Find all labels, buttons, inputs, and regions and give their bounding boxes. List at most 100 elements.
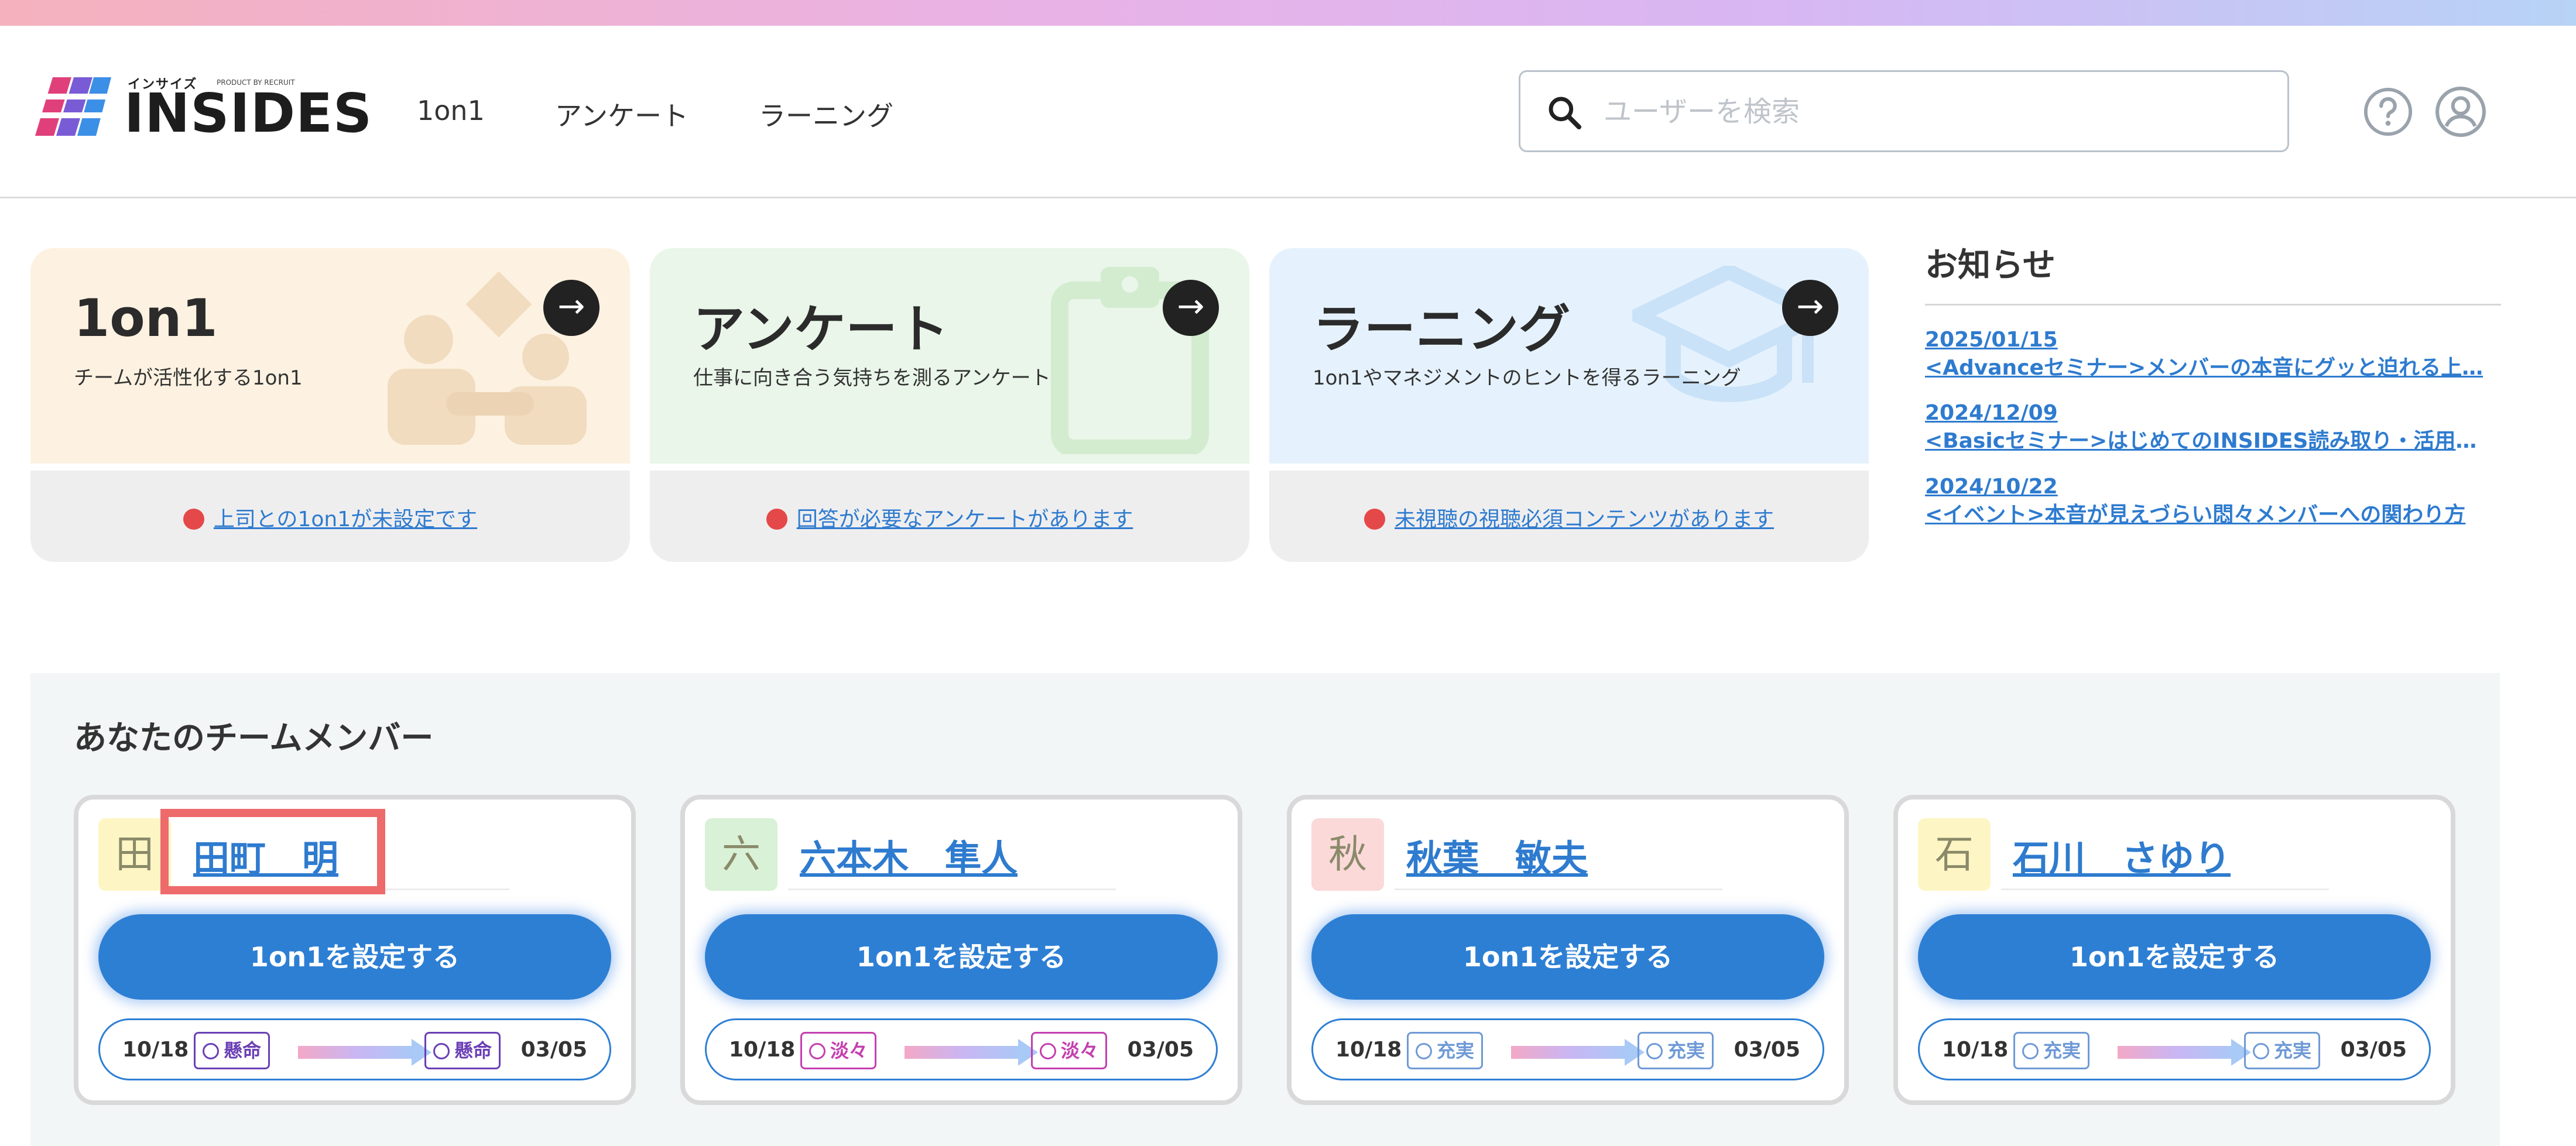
insides-logo[interactable]: インサイズ PRODUCT BY RECRUIT INSIDES xyxy=(35,73,372,143)
arrow-right-icon[interactable]: → xyxy=(1163,280,1219,336)
feature-card-top: アンケート 仕事に向き合う気持ちを測るアンケート → xyxy=(650,248,1249,464)
news-date[interactable]: 2025/01/15 xyxy=(1925,327,2501,354)
arrow-right-icon[interactable]: → xyxy=(1782,280,1838,336)
status-trend: 10/18 懸命 懸命 03/05 xyxy=(98,1018,611,1080)
status-label: 懸命 xyxy=(454,1039,492,1062)
set-1on1-button[interactable]: 1on1を設定する xyxy=(1918,914,2431,1000)
user-search-box[interactable] xyxy=(1519,70,2289,152)
trend-arrow-bar xyxy=(905,1046,1022,1059)
search-icon xyxy=(1549,97,1581,129)
member-avatar: 石 xyxy=(1918,818,1991,891)
status-chip-from: 懸命 xyxy=(194,1032,270,1069)
trend-date-to: 03/05 xyxy=(1734,1038,1800,1062)
status-label: 淡々 xyxy=(1061,1039,1099,1062)
member-card-roppongi: 六 六本木 隼人 1on1を設定する 10/18 淡々 淡々 03/05 xyxy=(680,795,1242,1105)
feature-notice-area: 上司との1on1が未設定です xyxy=(30,471,630,562)
status-chip-to: 淡々 xyxy=(1031,1032,1108,1069)
nav-learning[interactable]: ラーニング xyxy=(759,95,893,133)
set-1on1-button[interactable]: 1on1を設定する xyxy=(98,914,611,1000)
team-members-section: あなたのチームメンバー 田 田町 明 1on1を設定する 10/18 懸命 懸命… xyxy=(30,673,2500,1146)
smile-face-icon xyxy=(2022,1043,2039,1059)
smile-face-icon xyxy=(203,1043,219,1059)
feature-card-learning[interactable]: ラーニング 1on1やマネジメントのヒントを得るラーニング → 未視聴の視聴必須… xyxy=(1269,248,1869,562)
name-underline-divider xyxy=(2001,888,2329,890)
user-search-input[interactable] xyxy=(1602,86,2249,138)
status-chip-from: 淡々 xyxy=(800,1032,877,1069)
status-chip-to: 充実 xyxy=(2244,1032,2321,1069)
trend-date-from: 10/18 xyxy=(1335,1038,1402,1062)
notice-link[interactable]: 未視聴の視聴必須コンテンツがあります xyxy=(1395,507,1774,531)
feature-card-survey[interactable]: アンケート 仕事に向き合う気持ちを測るアンケート → 回答が必要なアンケートがあ… xyxy=(650,248,1249,562)
team-section-title: あなたのチームメンバー xyxy=(74,719,434,757)
trend-date-from: 10/18 xyxy=(122,1038,189,1062)
status-label: 充実 xyxy=(2043,1039,2081,1062)
status-label: 淡々 xyxy=(830,1039,868,1062)
smile-face-icon xyxy=(1646,1043,1663,1059)
notice-link[interactable]: 上司との1on1が未設定です xyxy=(214,507,477,531)
user-account-icon[interactable] xyxy=(2434,85,2487,138)
logo-wordmark: INSIDES xyxy=(124,82,373,145)
top-gradient-bar xyxy=(0,0,2576,26)
feature-description: 仕事に向き合う気持ちを測るアンケート xyxy=(693,366,1051,390)
news-item[interactable]: 2024/12/09 <Basicセミナー>はじめてのINSIDES読み取り・活… xyxy=(1925,400,2501,455)
feature-notice-area: 未視聴の視聴必須コンテンツがあります xyxy=(1269,471,1869,562)
status-trend: 10/18 淡々 淡々 03/05 xyxy=(705,1018,1218,1080)
feature-title: 1on1 xyxy=(74,288,218,348)
feature-card-1on1[interactable]: 1on1 チームが活性化する1on1 → 上司との1on1が未設定です xyxy=(30,248,630,562)
feature-notice-area: 回答が必要なアンケートがあります xyxy=(650,471,1249,562)
news-link[interactable]: <Basicセミナー>はじめてのINSIDES読み取り・活用セ… xyxy=(1925,427,2493,456)
selection-highlight-box xyxy=(160,809,385,894)
news-date[interactable]: 2024/12/09 xyxy=(1925,400,2501,427)
help-icon[interactable] xyxy=(2363,87,2413,137)
member-card-akiba: 秋 秋葉 敏夫 1on1を設定する 10/18 充実 充実 03/05 xyxy=(1287,795,1849,1105)
trend-arrow-bar xyxy=(298,1046,415,1059)
alert-dot-icon xyxy=(183,509,204,530)
app-header: インサイズ PRODUCT BY RECRUIT INSIDES 1on1 アン… xyxy=(0,26,2576,198)
member-avatar: 秋 xyxy=(1311,818,1384,891)
status-trend: 10/18 充実 充実 03/05 xyxy=(1918,1018,2431,1080)
main-nav: 1on1 アンケート ラーニング xyxy=(417,95,893,133)
feature-notice: 未視聴の視聴必須コンテンツがあります xyxy=(1269,502,1869,533)
news-item[interactable]: 2025/01/15 <Advanceセミナー>メンバーの本音にグッと迫れる上… xyxy=(1925,327,2501,382)
smile-face-icon xyxy=(1416,1043,1432,1059)
name-underline-divider xyxy=(788,888,1116,890)
arrow-right-icon[interactable]: → xyxy=(543,280,600,336)
news-link[interactable]: <イベント>本音が見えづらい悶々メンバーへの関わり方 xyxy=(1925,501,2493,530)
trend-arrow-bar xyxy=(1511,1046,1628,1059)
feature-card-top: ラーニング 1on1やマネジメントのヒントを得るラーニング → xyxy=(1269,248,1869,464)
member-name-link[interactable]: 秋葉 敏夫 xyxy=(1406,829,1588,881)
news-item[interactable]: 2024/10/22 <イベント>本音が見えづらい悶々メンバーへの関わり方 xyxy=(1925,474,2501,529)
member-name-link[interactable]: 石川 さゆり xyxy=(2013,829,2231,881)
status-label: 懸命 xyxy=(224,1039,262,1062)
trend-date-from: 10/18 xyxy=(1942,1038,2009,1062)
status-trend: 10/18 充実 充実 03/05 xyxy=(1311,1018,1824,1080)
status-chip-from: 充実 xyxy=(1407,1032,1484,1069)
alert-dot-icon xyxy=(1364,509,1385,530)
set-1on1-button[interactable]: 1on1を設定する xyxy=(705,914,1218,1000)
nav-1on1[interactable]: 1on1 xyxy=(417,95,485,133)
member-name-link[interactable]: 六本木 隼人 xyxy=(800,829,1018,881)
feature-title: ラーニング xyxy=(1313,299,1571,359)
feature-card-top: 1on1 チームが活性化する1on1 → xyxy=(30,248,630,464)
name-underline-divider xyxy=(1395,888,1722,890)
status-label: 充実 xyxy=(1437,1039,1475,1062)
status-label: 充実 xyxy=(1667,1039,1705,1062)
set-1on1-button[interactable]: 1on1を設定する xyxy=(1311,914,1824,1000)
alert-dot-icon xyxy=(766,509,787,530)
news-title: お知らせ xyxy=(1925,239,2501,306)
notice-link[interactable]: 回答が必要なアンケートがあります xyxy=(797,507,1133,531)
feature-description: チームが活性化する1on1 xyxy=(74,366,303,390)
news-link[interactable]: <Advanceセミナー>メンバーの本音にグッと迫れる上… xyxy=(1925,354,2493,383)
logo-mark-icon xyxy=(35,77,111,136)
feature-notice: 上司との1on1が未設定です xyxy=(30,502,630,533)
news-date[interactable]: 2024/10/22 xyxy=(1925,474,2501,501)
trend-date-to: 03/05 xyxy=(520,1038,587,1062)
nav-survey[interactable]: アンケート xyxy=(555,95,688,133)
status-chip-to: 懸命 xyxy=(424,1032,501,1069)
smile-face-icon xyxy=(433,1043,450,1059)
status-chip-to: 充実 xyxy=(1638,1032,1714,1069)
trend-date-from: 10/18 xyxy=(729,1038,796,1062)
news-panel: お知らせ 2025/01/15 <Advanceセミナー>メンバーの本音にグッと… xyxy=(1925,239,2501,529)
member-avatar: 六 xyxy=(705,818,777,891)
feature-title: アンケート xyxy=(693,299,949,359)
